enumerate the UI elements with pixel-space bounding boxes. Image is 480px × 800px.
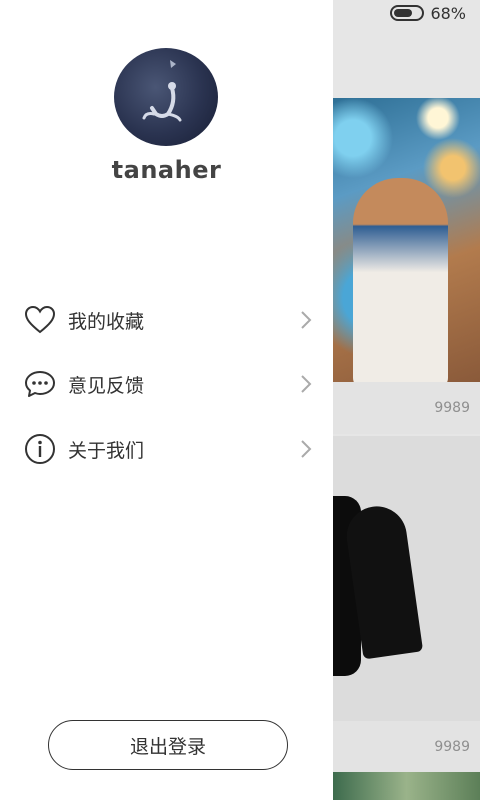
heart-icon	[22, 302, 58, 338]
chat-bubble-icon	[22, 366, 58, 402]
username: tanaher	[111, 156, 222, 184]
photo-subject	[353, 178, 448, 382]
menu-item-favorites[interactable]: 我的收藏	[22, 298, 314, 342]
feed-photo[interactable]	[333, 772, 480, 800]
battery-percent: 68%	[430, 3, 466, 23]
chevron-right-icon	[298, 437, 314, 461]
menu-item-label: 我的收藏	[68, 310, 145, 333]
screen: 68% 9989 9989 tanaher 我的收藏 意见反馈 关于我们 退出登…	[0, 0, 480, 800]
avatar-figure-icon	[142, 60, 182, 122]
info-icon	[22, 431, 58, 467]
feed-count: 9989	[434, 739, 470, 755]
feed-card[interactable]: 9989	[333, 436, 480, 773]
chevron-right-icon	[298, 372, 314, 396]
logout-button[interactable]: 退出登录	[48, 720, 288, 770]
battery-icon	[390, 5, 425, 21]
status-bar: 68%	[330, 0, 480, 26]
feed-count: 9989	[434, 400, 470, 416]
menu-item-label: 关于我们	[68, 439, 145, 462]
feed-photo[interactable]	[333, 98, 480, 382]
chevron-right-icon	[298, 308, 314, 332]
menu-item-about[interactable]: 关于我们	[22, 427, 314, 471]
menu-item-label: 意见反馈	[68, 374, 145, 397]
menu-item-feedback[interactable]: 意见反馈	[22, 362, 314, 406]
feed-photo[interactable]	[333, 436, 480, 721]
avatar[interactable]	[114, 48, 218, 146]
navigation-drawer: tanaher 我的收藏 意见反馈 关于我们 退出登录	[0, 0, 333, 800]
feed-card[interactable]	[333, 772, 480, 800]
feed-card[interactable]: 9989	[333, 98, 480, 434]
